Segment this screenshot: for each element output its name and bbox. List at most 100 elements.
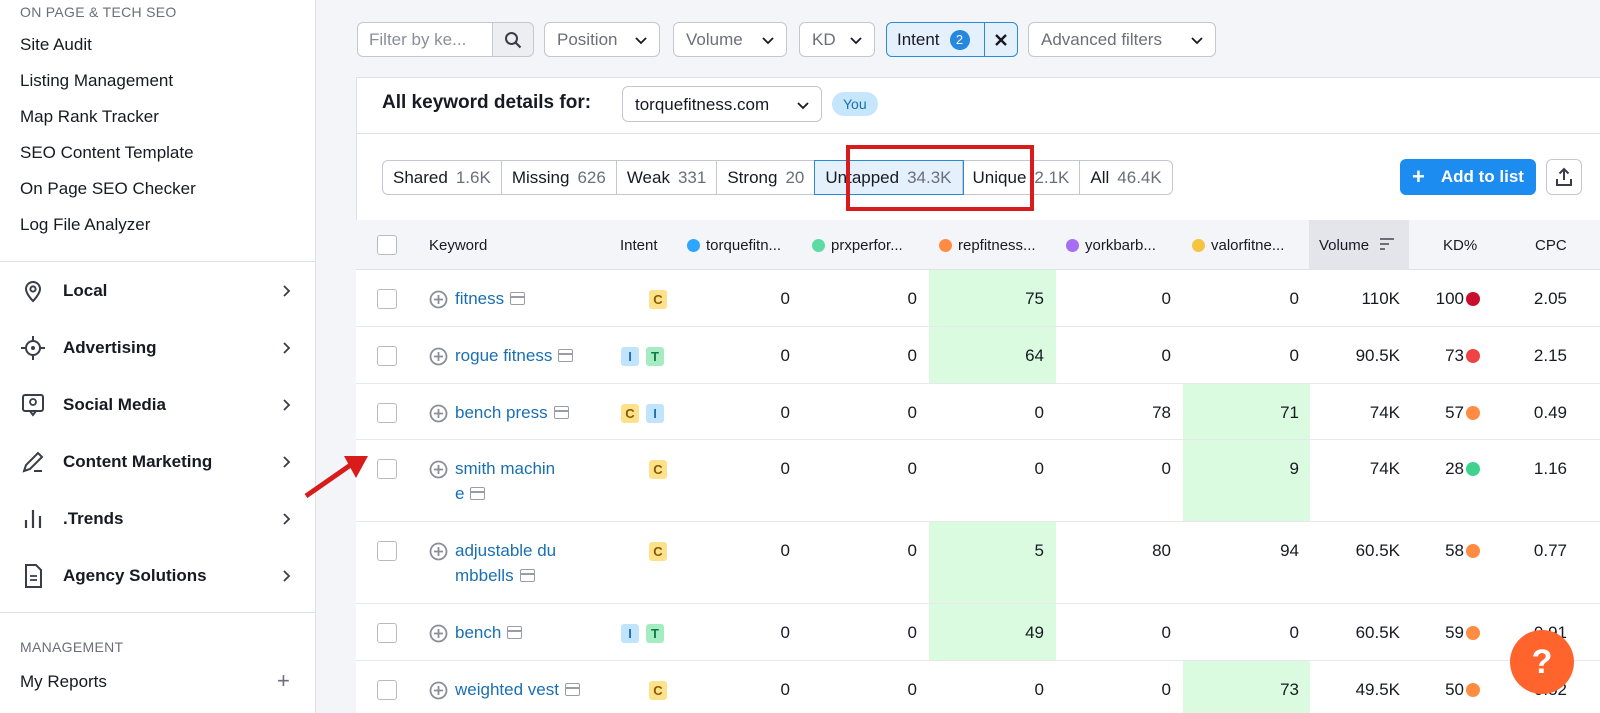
keyword-text[interactable]: rogue fitness xyxy=(455,346,552,365)
sidebar-group-label: Agency Solutions xyxy=(63,566,207,585)
untapped-highlight-cell xyxy=(1183,440,1310,521)
add-keyword-plus-icon[interactable] xyxy=(429,460,448,479)
sidebar-item-seo-content-template[interactable]: SEO Content Template xyxy=(20,143,194,163)
serp-features-icon[interactable] xyxy=(470,487,486,500)
keyword-text[interactable]: weighted vest xyxy=(455,680,559,699)
kd-filter-label: KD xyxy=(812,29,836,49)
add-keyword-plus-icon[interactable] xyxy=(429,404,448,423)
advanced-filters[interactable]: Advanced filters xyxy=(1028,22,1216,57)
tab-weak[interactable]: Weak 331 xyxy=(617,161,718,194)
domain-select[interactable]: torquefitness.com xyxy=(622,86,822,122)
tab-shared[interactable]: Shared 1.6K xyxy=(383,161,502,194)
search-button[interactable] xyxy=(492,22,534,57)
keyword-text[interactable]: bench xyxy=(455,623,501,642)
cell-kd: 73 xyxy=(1445,346,1464,365)
sidebar-group-content-marketing[interactable]: Content Marketing xyxy=(0,442,316,482)
col-domain-3[interactable]: repfitness... xyxy=(939,237,1036,254)
intent-badge-C: C xyxy=(649,460,667,479)
col-keyword[interactable]: Keyword xyxy=(429,237,487,254)
sidebar: ON PAGE & TECH SEO Site Audit Listing Ma… xyxy=(0,0,316,713)
keyword-text[interactable]: fitness xyxy=(455,289,504,308)
keyword-link[interactable]: fitness xyxy=(455,286,526,311)
add-keyword-plus-icon[interactable] xyxy=(429,681,448,700)
serp-features-icon[interactable] xyxy=(553,406,569,419)
sidebar-group-social-media[interactable]: Social Media xyxy=(0,385,316,425)
sidebar-item-log-file-analyzer[interactable]: Log File Analyzer xyxy=(20,215,150,235)
col-domain-1[interactable]: torquefitn... xyxy=(687,237,781,254)
tab-label: Strong xyxy=(727,167,778,187)
volume-filter[interactable]: Volume xyxy=(673,22,787,57)
cell-kd: 28 xyxy=(1445,459,1464,478)
col-cpc[interactable]: CPC xyxy=(1535,237,1567,254)
col-domain-5[interactable]: valorfitne... xyxy=(1192,237,1284,254)
serp-features-icon[interactable] xyxy=(558,349,574,362)
col-domain-4[interactable]: yorkbarb... xyxy=(1066,237,1156,254)
chevron-right-icon xyxy=(283,513,291,525)
serp-features-icon[interactable] xyxy=(510,292,526,305)
intent-badge-C: C xyxy=(649,542,667,561)
tab-count: 20 xyxy=(785,167,805,187)
sidebar-item-listing-management[interactable]: Listing Management xyxy=(20,71,173,91)
row-checkbox[interactable] xyxy=(377,680,397,700)
col-domain-2[interactable]: prxperfor... xyxy=(812,237,903,254)
intent-filter-label: Intent xyxy=(897,29,940,49)
sidebar-group-local[interactable]: Local xyxy=(0,271,316,311)
add-keyword-plus-icon[interactable] xyxy=(429,290,448,309)
sidebar-item-my-reports[interactable]: My Reports xyxy=(20,672,107,692)
clear-intent-button[interactable] xyxy=(984,22,1018,57)
col-intent[interactable]: Intent xyxy=(620,237,658,254)
keyword-text[interactable]: bench press xyxy=(455,403,548,422)
cell-d1: 0 xyxy=(780,346,790,365)
keyword-text-wrap[interactable]: mbbells xyxy=(455,566,514,585)
cell-d1: 0 xyxy=(780,289,790,308)
cell-d1: 0 xyxy=(780,541,790,560)
kd-difficulty-dot xyxy=(1466,349,1480,363)
add-report-plus-icon[interactable]: + xyxy=(277,668,290,694)
tab-strong[interactable]: Strong 20 xyxy=(717,161,816,194)
cell-d4: 0 xyxy=(1161,289,1171,308)
help-button[interactable]: ? xyxy=(1510,630,1574,694)
tab-missing[interactable]: Missing 626 xyxy=(502,161,617,194)
select-all-checkbox[interactable] xyxy=(377,235,397,255)
cell-d1: 0 xyxy=(780,403,790,422)
add-to-list-button[interactable]: + Add to list xyxy=(1400,159,1536,195)
keyword-link[interactable]: weighted vest xyxy=(455,677,580,702)
row-checkbox[interactable] xyxy=(377,541,397,561)
kd-difficulty-dot xyxy=(1466,626,1480,640)
keyword-link[interactable]: adjustable du mbbells xyxy=(455,538,556,588)
export-button[interactable] xyxy=(1546,159,1582,195)
keyword-text[interactable]: adjustable du xyxy=(455,541,556,560)
keyword-link[interactable]: smith machin e xyxy=(455,456,555,506)
serp-features-icon[interactable] xyxy=(564,683,580,696)
col-volume[interactable]: Volume xyxy=(1319,237,1395,254)
position-filter[interactable]: Position xyxy=(544,22,660,57)
add-keyword-plus-icon[interactable] xyxy=(429,624,448,643)
row-checkbox[interactable] xyxy=(377,623,397,643)
serp-features-icon[interactable] xyxy=(519,569,535,582)
keyword-link[interactable]: rogue fitness xyxy=(455,343,574,368)
sidebar-divider xyxy=(0,261,316,262)
sort-desc-icon xyxy=(1380,238,1395,250)
kd-filter[interactable]: KD xyxy=(799,22,875,57)
keyword-link[interactable]: bench xyxy=(455,620,523,645)
row-checkbox[interactable] xyxy=(377,403,397,423)
col-kd[interactable]: KD% xyxy=(1443,237,1477,254)
sidebar-item-map-rank-tracker[interactable]: Map Rank Tracker xyxy=(20,107,159,127)
keyword-text-wrap[interactable]: e xyxy=(455,484,464,503)
serp-features-icon[interactable] xyxy=(507,626,523,639)
sidebar-group-agency-solutions[interactable]: Agency Solutions xyxy=(0,556,316,596)
add-keyword-plus-icon[interactable] xyxy=(429,542,448,561)
keyword-text[interactable]: smith machin xyxy=(455,459,555,478)
add-keyword-plus-icon[interactable] xyxy=(429,347,448,366)
row-checkbox[interactable] xyxy=(377,289,397,309)
row-checkbox[interactable] xyxy=(377,346,397,366)
intent-filter[interactable]: Intent 2 xyxy=(886,22,986,57)
sidebar-group-advertising[interactable]: Advertising xyxy=(0,328,316,368)
keyword-filter-input[interactable]: Filter by ke... xyxy=(357,22,493,57)
sidebar-item-on-page-seo-checker[interactable]: On Page SEO Checker xyxy=(20,179,196,199)
row-checkbox[interactable] xyxy=(377,459,397,479)
sidebar-group-trends[interactable]: .Trends xyxy=(0,499,316,539)
keyword-link[interactable]: bench press xyxy=(455,400,569,425)
tab-all[interactable]: All 46.4K xyxy=(1080,161,1171,194)
sidebar-item-site-audit[interactable]: Site Audit xyxy=(20,35,92,55)
